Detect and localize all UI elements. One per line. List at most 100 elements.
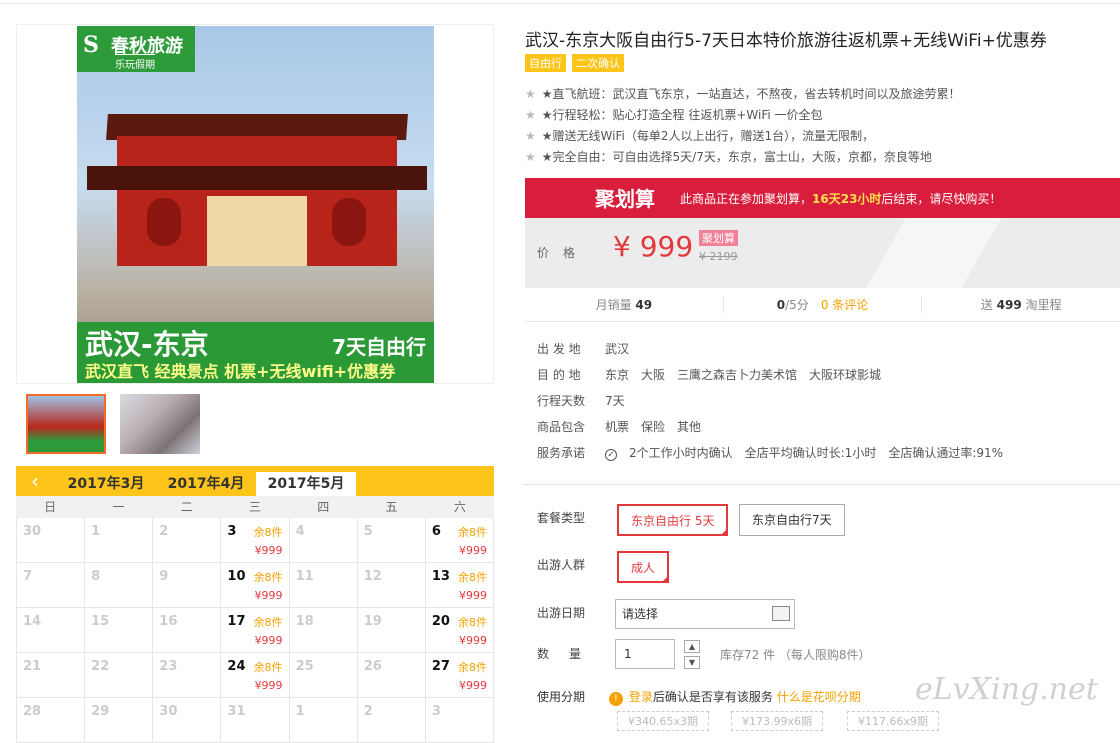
info-key: 商品包含 — [537, 420, 586, 434]
login-link[interactable]: 登录 — [629, 690, 653, 704]
day-number: 14 — [23, 614, 42, 629]
tag-free-travel: 自由行 — [525, 54, 566, 72]
calendar-day: 23 — [153, 653, 222, 698]
day-number: 4 — [295, 524, 305, 539]
installment-option-9[interactable]: ¥117.66x9期 — [847, 711, 939, 731]
info-value: 机票 保险 其他 — [605, 418, 713, 444]
tab-month-april[interactable]: 2017年4月 — [156, 472, 256, 496]
weekday-label: 二 — [180, 500, 193, 514]
day-number: 6 — [431, 524, 441, 539]
poster-subtitle: 武汉直飞 经典景点 机票+无线wifi+优惠券 — [85, 362, 396, 381]
info-value-item: 机票 — [605, 420, 630, 434]
date-select[interactable]: 请选择 — [615, 599, 795, 629]
weekday-label: 日 — [44, 500, 57, 514]
increment-icon[interactable]: ▲ — [684, 640, 700, 653]
calendar-day: 2 — [153, 518, 222, 563]
brand-logo: S 春秋旅游 乐玩假期 — [77, 26, 195, 72]
day-number: 23 — [159, 659, 178, 674]
warning-icon: ! — [608, 692, 623, 706]
thumbnail-2[interactable] — [120, 394, 200, 454]
thumbnail-1[interactable] — [26, 394, 106, 454]
day-price: ¥999 — [254, 634, 283, 647]
info-row: 出 发 地 武汉 — [525, 340, 1015, 366]
day-number: 3 — [431, 704, 441, 719]
calendar-day[interactable]: 17 余8件 ¥999 — [221, 608, 290, 653]
calendar-day: 9 — [153, 563, 222, 608]
poster-tag: 7天自由行 — [332, 335, 426, 359]
calendar-grid: 30 1 2 3 余8件 ¥999 4 5 6 余8件 ¥999 7 8 9 10 余8件 ¥999 11 12 13… — [16, 518, 494, 743]
calendar-day: 15 — [85, 608, 154, 653]
calendar-day: 11 — [289, 563, 358, 608]
info-value-item: 大阪环球影城 — [809, 368, 882, 382]
tab-month-may[interactable]: 2017年5月 — [256, 472, 356, 496]
day-number: 11 — [295, 569, 314, 584]
day-price: ¥999 — [254, 589, 283, 602]
day-stock: 余8件 — [253, 571, 283, 584]
info-value-item: 大阪 — [641, 368, 666, 382]
installment-label: 使用分期 — [537, 690, 586, 704]
calendar-day: 1 — [85, 518, 154, 563]
installment-option-6[interactable]: ¥173.99x6期 — [731, 711, 823, 731]
decrement-icon[interactable]: ▼ — [684, 656, 700, 669]
info-value-item: 7天 — [605, 394, 625, 408]
info-value-item: 三鹰之森吉卜力美术馆 — [677, 368, 798, 382]
info-value-item: 武汉 — [605, 342, 630, 356]
calendar-day: 25 — [289, 653, 358, 698]
info-key: 服务承诺 — [537, 446, 586, 460]
calendar-day[interactable]: 27 余8件 ¥999 — [425, 653, 494, 698]
day-number: 31 — [227, 704, 246, 719]
day-number: 2 — [363, 704, 373, 719]
calendar-day[interactable]: 13 余8件 ¥999 — [425, 563, 494, 608]
info-value: ✓ 2个工作小时内确认 全店平均确认时长:1小时 全店确认通过率:91% — [605, 444, 1015, 470]
info-row: 商品包含 机票 保险 其他 — [525, 418, 1015, 444]
installment-help-link[interactable]: 什么是花呗分期 — [777, 690, 861, 704]
day-stock: 余8件 — [458, 571, 487, 584]
tab-month-march[interactable]: 2017年3月 — [56, 472, 156, 496]
price-badge: 聚划算 — [699, 230, 738, 246]
price-block: 价格 ¥ 999 聚划算 ¥ 2199 — [525, 218, 1120, 288]
calendar-day[interactable]: 6 余8件 ¥999 — [425, 518, 494, 563]
calendar-day: 8 — [85, 563, 154, 608]
package-option-7day[interactable]: 东京自由行7天 — [739, 504, 845, 536]
info-value: 7天 — [605, 392, 637, 418]
calendar-day: 31 — [221, 698, 290, 743]
day-stock: 余8件 — [253, 616, 283, 629]
day-number: 27 — [431, 659, 450, 674]
calendar-icon[interactable] — [772, 606, 790, 621]
day-number: 24 — [227, 659, 246, 674]
star-icon: ★ — [525, 87, 536, 101]
day-number: 26 — [363, 659, 382, 674]
calendar-day[interactable]: 3 余8件 ¥999 — [221, 518, 290, 563]
feature-item: ★ ★赠送无线WiFi（每单2人以上出行，赠送1台），流量无限制， — [525, 129, 875, 143]
calendar-day: 14 — [17, 608, 86, 653]
original-price: ¥ 2199 — [699, 250, 738, 263]
tag-second-confirm: 二次确认 — [572, 54, 624, 72]
qty-label: 数 量 — [537, 647, 586, 661]
reviews-link[interactable]: 0 条评论 — [821, 298, 868, 312]
package-option-5day[interactable]: 东京自由行 5天 — [617, 504, 729, 536]
chevron-left-icon[interactable]: ‹ — [22, 468, 48, 494]
product-tags: 自由行 二次确认 — [525, 54, 624, 72]
calendar-day: 7 — [17, 563, 86, 608]
top-divider — [0, 0, 1120, 4]
monthly-sales: 月销量 49 — [595, 298, 653, 312]
day-stock: 余8件 — [458, 526, 487, 539]
promo-countdown: 16天23小时 — [812, 192, 882, 206]
quantity-input[interactable]: 1 — [615, 639, 675, 669]
calendar-day[interactable]: 10 余8件 ¥999 — [221, 563, 290, 608]
info-row: 服务承诺 ✓ 2个工作小时内确认 全店平均确认时长:1小时 全店确认通过率:91% — [525, 444, 1015, 470]
points: 送 499 淘里程 — [921, 296, 1120, 313]
main-product-image[interactable]: S 春秋旅游 乐玩假期 武汉-东京 7天自由行 武汉直飞 经典景点 机票+无线w… — [16, 24, 494, 384]
people-option-adult[interactable]: 成人 — [617, 551, 670, 583]
package-label: 套餐类型 — [537, 511, 586, 525]
calendar-day: 29 — [85, 698, 154, 743]
day-price: ¥999 — [459, 679, 487, 692]
star-icon: ★ — [525, 108, 536, 122]
info-value-item: 其他 — [677, 420, 702, 434]
day-number: 10 — [227, 569, 246, 584]
calendar-day[interactable]: 20 余8件 ¥999 — [425, 608, 494, 653]
calendar-day[interactable]: 24 余8件 ¥999 — [221, 653, 290, 698]
day-number: 7 — [23, 569, 33, 584]
installment-option-3[interactable]: ¥340.65x3期 — [617, 711, 709, 731]
day-stock: 余8件 — [253, 661, 283, 674]
